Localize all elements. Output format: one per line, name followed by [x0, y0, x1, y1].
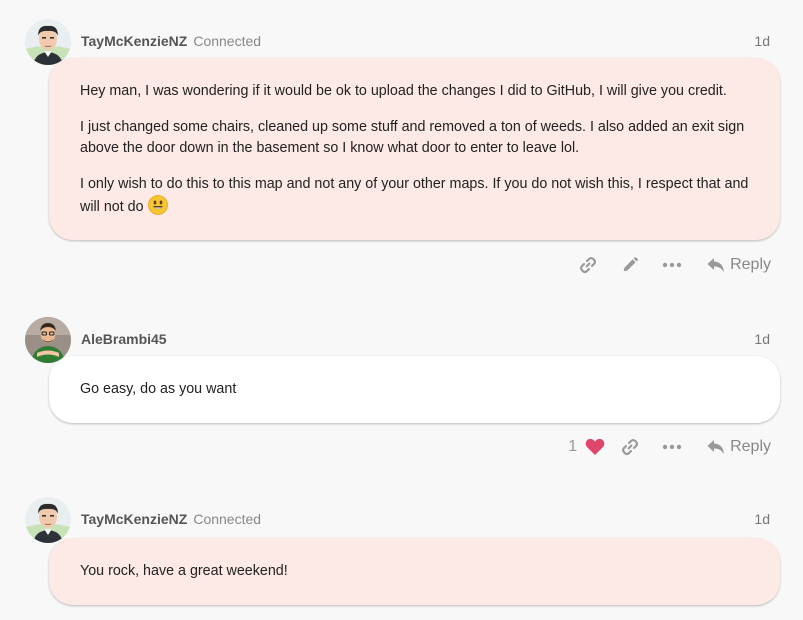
message-paragraph: I only wish to do this to this map and n… — [80, 174, 749, 218]
reply-label[interactable]: Reply — [730, 256, 771, 274]
post-actions: Reply — [567, 253, 771, 277]
username-text[interactable]: TayMcKenzieNZ — [81, 33, 187, 49]
message-bubble: You rock, have a great weekend! — [49, 538, 780, 605]
status-label: Connected — [193, 511, 262, 527]
link-icon[interactable] — [609, 435, 651, 459]
more-options-icon[interactable] — [651, 253, 693, 277]
post-actions: 1 Reply — [568, 435, 771, 459]
reply-button[interactable]: Reply — [707, 256, 771, 274]
post-3: TayMcKenzieNZ Connected 1d You rock, have… — [0, 497, 803, 605]
reply-button[interactable]: Reply — [707, 438, 771, 456]
post-time[interactable]: 1d — [754, 511, 770, 527]
post-time[interactable]: 1d — [754, 33, 770, 49]
message-paragraph: Go easy, do as you want — [80, 381, 237, 397]
more-options-icon[interactable] — [651, 435, 693, 459]
reply-icon — [707, 258, 725, 272]
message-paragraph: I just changed some chairs, cleaned up s… — [80, 119, 745, 156]
avatar[interactable] — [25, 19, 71, 65]
avatar[interactable] — [25, 497, 71, 543]
username[interactable]: TayMcKenzieNZ Connected — [81, 511, 261, 527]
message-bubble: Hey man, I was wondering if it would be … — [49, 58, 780, 240]
message-bubble: Go easy, do as you want — [49, 356, 780, 423]
message-paragraph: You rock, have a great weekend! — [80, 563, 288, 579]
like-count[interactable]: 1 — [568, 438, 577, 456]
message-paragraph: Hey man, I was wondering if it would be … — [80, 83, 727, 99]
link-icon[interactable] — [567, 253, 609, 277]
edit-pencil-icon[interactable] — [609, 253, 651, 277]
smiley-emoji-icon — [147, 195, 168, 215]
avatar[interactable] — [25, 317, 71, 363]
username-text[interactable]: AleBrambi45 — [81, 331, 167, 347]
reply-label[interactable]: Reply — [730, 438, 771, 456]
post-1: TayMcKenzieNZ Connected 1d Hey man, I was… — [0, 19, 803, 274]
post-time[interactable]: 1d — [754, 331, 770, 347]
username[interactable]: TayMcKenzieNZ Connected — [81, 33, 261, 49]
reply-icon — [707, 440, 725, 454]
username[interactable]: AleBrambi45 — [81, 331, 167, 347]
post-2: AleBrambi45 1d Go easy, do as you want 1… — [0, 317, 803, 456]
post-header: TayMcKenzieNZ Connected 1d — [0, 497, 803, 543]
message-text: I only wish to do this to this map and n… — [80, 176, 749, 215]
heart-icon[interactable] — [581, 435, 609, 459]
username-text[interactable]: TayMcKenzieNZ — [81, 511, 187, 527]
status-label: Connected — [193, 33, 262, 49]
